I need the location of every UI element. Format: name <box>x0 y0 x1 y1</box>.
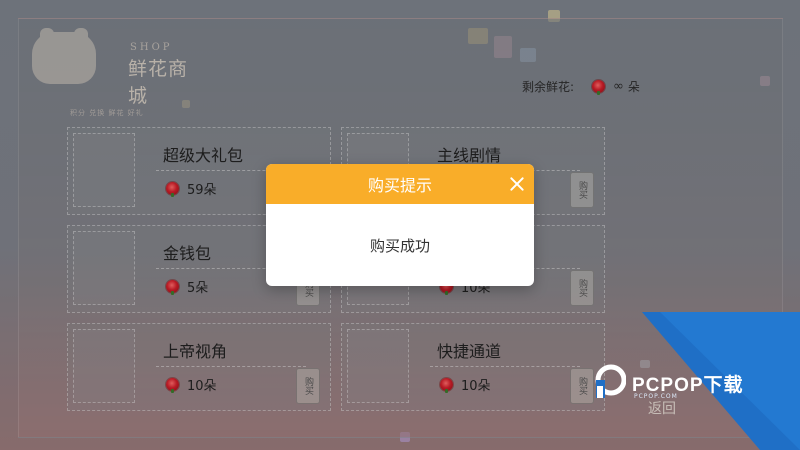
close-icon[interactable] <box>506 173 528 195</box>
purchase-dialog: 购买提示 购买成功 <box>266 164 534 286</box>
game-scene: SHOP 鲜花商城 积分 兑换 鲜花 好礼 剩余鲜花: ∞ 朵 超级大礼包 59… <box>0 0 800 450</box>
watermark-sub: PCPOP.COM <box>634 393 678 400</box>
pcpop-logo-icon <box>595 364 626 398</box>
dialog-header: 购买提示 <box>266 164 534 204</box>
dialog-message: 购买成功 <box>369 236 430 255</box>
site-watermark: PCPOP下载 PCPOP.COM <box>560 312 800 450</box>
dialog-title: 购买提示 <box>367 176 432 195</box>
